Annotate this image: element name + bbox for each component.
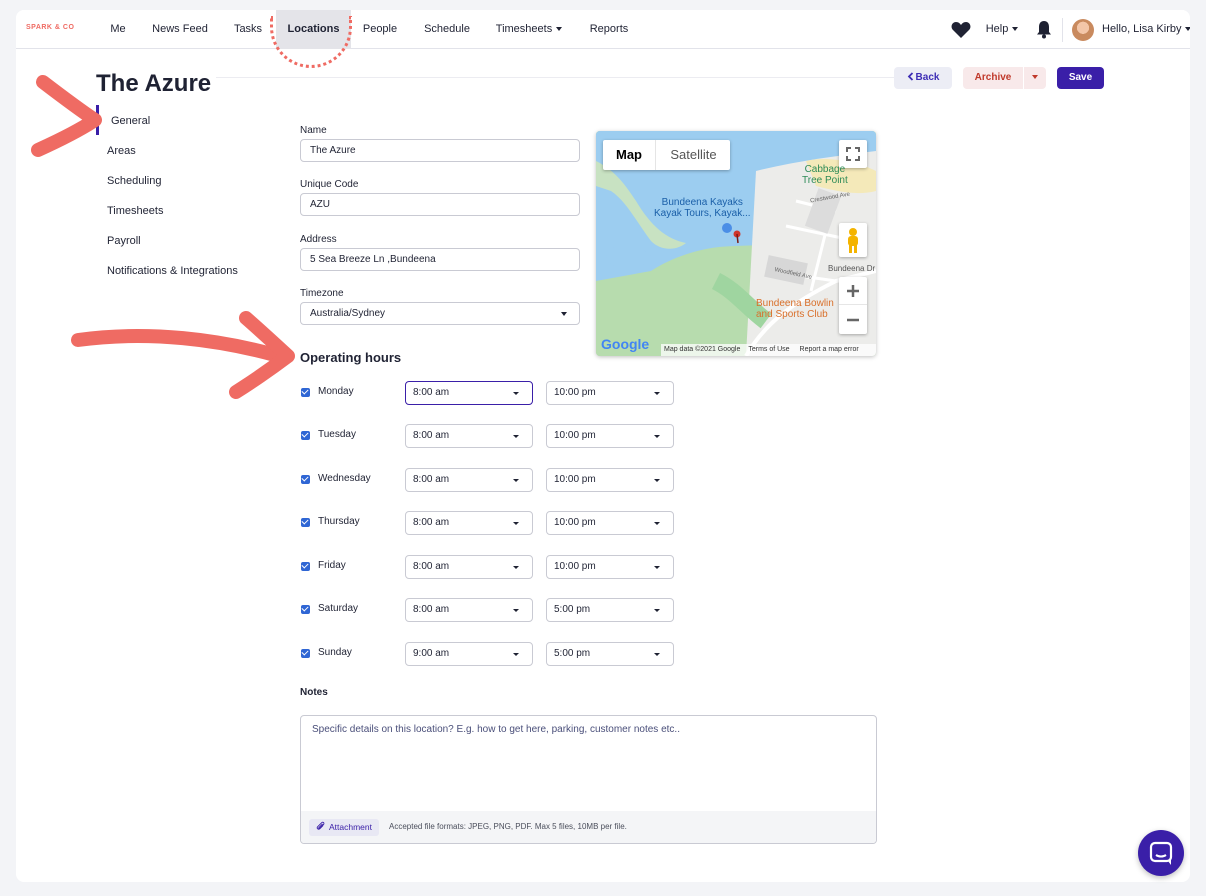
chat-launcher-button[interactable] xyxy=(1138,830,1184,876)
annotation-arrows xyxy=(31,75,295,399)
chat-icon xyxy=(1149,841,1173,865)
arrow-annotation-general xyxy=(31,75,102,157)
arrow-annotation-hours xyxy=(71,328,282,362)
